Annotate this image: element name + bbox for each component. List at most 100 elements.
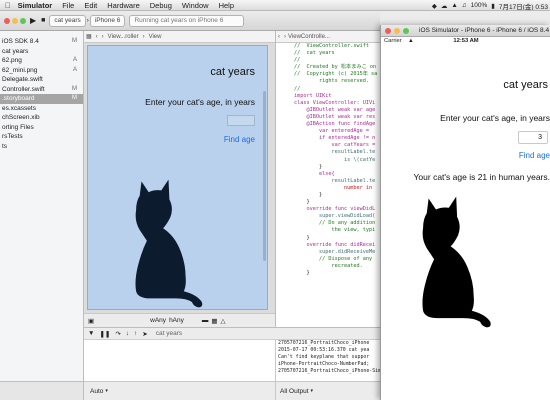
code-line: // Copyright (c) 2015年 sa bbox=[294, 71, 378, 78]
size-class-width[interactable]: wAny bbox=[150, 317, 166, 324]
size-class-height[interactable]: hAny bbox=[169, 317, 184, 324]
zoom-window-icon[interactable] bbox=[20, 17, 26, 24]
navigator-file-row[interactable]: cat years bbox=[0, 47, 83, 57]
step-over-icon[interactable]: ↷ bbox=[115, 330, 120, 338]
sim-find-age-button[interactable]: Find age bbox=[519, 151, 550, 160]
code-jump-item[interactable]: ViewControlle... bbox=[288, 34, 330, 40]
navigator-file-row[interactable]: rsTests bbox=[0, 132, 83, 142]
jump-item-viewcontroller[interactable]: View...roller bbox=[106, 34, 141, 40]
ib-scene-view[interactable]: cat years Enter your cat's age, in years… bbox=[87, 45, 268, 310]
console-line: 2705707216_PortraitChoco_iPhone bbox=[278, 340, 370, 346]
screen:  Simulator File Edit Hardware Debug Win… bbox=[0, 0, 550, 400]
console-line: Can't find keyplane that suppor bbox=[278, 354, 370, 360]
device-selector[interactable]: iPhone 6 bbox=[89, 14, 126, 27]
ios-status-bar: Carrier ▲ 12:53 AM bbox=[381, 37, 550, 46]
code-line: override func didRecei bbox=[294, 241, 376, 248]
menu-debug[interactable]: Debug bbox=[145, 1, 177, 10]
wifi-icon[interactable]: ▲ bbox=[449, 2, 459, 9]
code-line: } bbox=[294, 234, 310, 241]
navigator-file-row[interactable]: 62.png A bbox=[0, 56, 83, 66]
sim-title-label: cat years bbox=[503, 79, 548, 91]
navigator-file-row[interactable]: es.xcassets bbox=[0, 104, 83, 114]
stop-icon[interactable]: ■ bbox=[41, 17, 45, 24]
ib-find-age-button[interactable]: Find age bbox=[224, 135, 255, 144]
navigator-file-label: Delegate.swift bbox=[2, 76, 43, 83]
activity-viewer: Running cat years on iPhone 6 bbox=[129, 14, 245, 27]
battery-icon[interactable]: ▮ bbox=[489, 2, 497, 10]
grid-icon[interactable]: ▦ bbox=[84, 33, 94, 40]
document-outline-icon[interactable]: ▣ bbox=[88, 317, 94, 325]
debug-bar: ▼ ❚❚ ↷ ↓ ↑ ➤ cat years bbox=[84, 327, 385, 340]
navigator-file-row[interactable]: 62_mini.png A bbox=[0, 66, 83, 76]
console-line: iPhone-PortraitChoco-NumberPad; bbox=[278, 361, 370, 367]
location-icon[interactable]: ➤ bbox=[142, 330, 147, 338]
code-line: // Do any addition bbox=[294, 220, 376, 227]
step-in-icon[interactable]: ↓ bbox=[126, 330, 129, 337]
variables-footer: Auto ▾ bbox=[84, 381, 275, 400]
apple-menu-icon[interactable]:  bbox=[0, 1, 16, 10]
dropbox-icon[interactable]: ◆ bbox=[430, 2, 439, 10]
run-icon[interactable]: ▶ bbox=[30, 16, 36, 25]
code-line: var enteredAge = bbox=[294, 128, 373, 135]
auto-filter-select[interactable]: Auto bbox=[90, 388, 103, 395]
code-line: number in bbox=[294, 184, 373, 191]
code-editor[interactable]: // ViewController.swift// cat years // // … bbox=[275, 43, 385, 327]
simulator-title-bar[interactable]: iOS Simulator - iPhone 6 - iPhone 6 / iO… bbox=[381, 25, 550, 37]
code-line: // cat years bbox=[294, 50, 335, 57]
source-control-status: M bbox=[72, 38, 77, 44]
minimize-window-icon[interactable] bbox=[12, 17, 18, 24]
pause-icon[interactable]: ❚❚ bbox=[99, 330, 110, 338]
menu-app-name[interactable]: Simulator bbox=[16, 1, 58, 10]
ib-cat-image[interactable] bbox=[112, 176, 207, 311]
pin-icon[interactable]: ▦ bbox=[211, 317, 217, 325]
navigator-file-row[interactable]: orting Files bbox=[0, 123, 83, 133]
menu-clock[interactable]: 7月17日(金) 0:53 bbox=[497, 1, 550, 11]
variables-view[interactable] bbox=[84, 340, 275, 381]
cloud-icon[interactable]: ☁ bbox=[439, 2, 450, 10]
hide-debug-icon[interactable]: ▼ bbox=[88, 330, 94, 337]
close-window-icon[interactable] bbox=[385, 28, 391, 34]
menu-help[interactable]: Help bbox=[214, 1, 239, 10]
ib-age-text-field[interactable] bbox=[227, 115, 255, 126]
minimize-window-icon[interactable] bbox=[394, 28, 400, 34]
navigator-file-label: chScreen.xib bbox=[2, 114, 40, 121]
zoom-window-icon[interactable] bbox=[403, 28, 409, 34]
navigator-file-label: Controller.swift bbox=[2, 85, 45, 93]
code-line: else{ bbox=[294, 170, 335, 177]
output-filter-select[interactable]: All Output bbox=[280, 388, 309, 395]
navigator-filter-bar[interactable] bbox=[0, 381, 84, 400]
close-window-icon[interactable] bbox=[4, 17, 10, 24]
navigator-file-row[interactable]: iOS SDK 8.4 M bbox=[0, 37, 83, 47]
ib-title-label[interactable]: cat years bbox=[88, 66, 255, 78]
resolve-icon[interactable]: △ bbox=[221, 317, 226, 325]
xcode-toolbar: ▶ ■ cat years › iPhone 6 Running cat yea… bbox=[0, 11, 380, 31]
code-line: the view, typi bbox=[294, 227, 376, 234]
navigator-file-row[interactable]: chScreen.xib bbox=[0, 113, 83, 123]
menu-file[interactable]: File bbox=[57, 1, 79, 10]
code-line: if enteredAge != n bbox=[294, 135, 376, 142]
console-output[interactable]: 2705707216_PortraitChoco_iPhone 2015-07-1… bbox=[275, 340, 385, 381]
project-navigator: iOS SDK 8.4 Mcat years 62.png A 62_mini.png A… bbox=[0, 31, 84, 381]
code-line: @IBOutlet weak var age bbox=[294, 106, 376, 113]
jump-item-view[interactable]: View bbox=[147, 34, 164, 40]
code-line: } bbox=[294, 191, 323, 198]
navigator-file-row[interactable]: Delegate.swift bbox=[0, 75, 83, 85]
menu-hardware[interactable]: Hardware bbox=[102, 1, 145, 10]
volume-icon[interactable]: ♫ bbox=[460, 2, 469, 9]
source-control-status: M bbox=[72, 95, 77, 101]
code-line: var catYears = bbox=[294, 142, 376, 149]
menu-edit[interactable]: Edit bbox=[79, 1, 102, 10]
scheme-label: cat years bbox=[54, 17, 81, 24]
navigator-file-row[interactable]: ts bbox=[0, 142, 83, 152]
menu-window[interactable]: Window bbox=[177, 1, 214, 10]
scheme-selector[interactable]: cat years bbox=[49, 14, 86, 27]
align-icon[interactable]: ▬ bbox=[202, 317, 209, 324]
source-control-status: M bbox=[72, 85, 77, 92]
ib-scrollbar[interactable] bbox=[263, 91, 266, 261]
navigator-file-row[interactable]: Controller.swift M bbox=[0, 85, 83, 95]
navigator-file-row[interactable]: .storyboard M bbox=[0, 94, 83, 104]
ib-bottom-bar: ▣ wAny hAny ▬ ▦ △ bbox=[84, 313, 275, 327]
sim-age-input[interactable]: 3 bbox=[518, 131, 548, 144]
step-out-icon[interactable]: ↑ bbox=[134, 330, 137, 337]
ib-prompt-label[interactable]: Enter your cat's age, in years bbox=[88, 97, 255, 107]
